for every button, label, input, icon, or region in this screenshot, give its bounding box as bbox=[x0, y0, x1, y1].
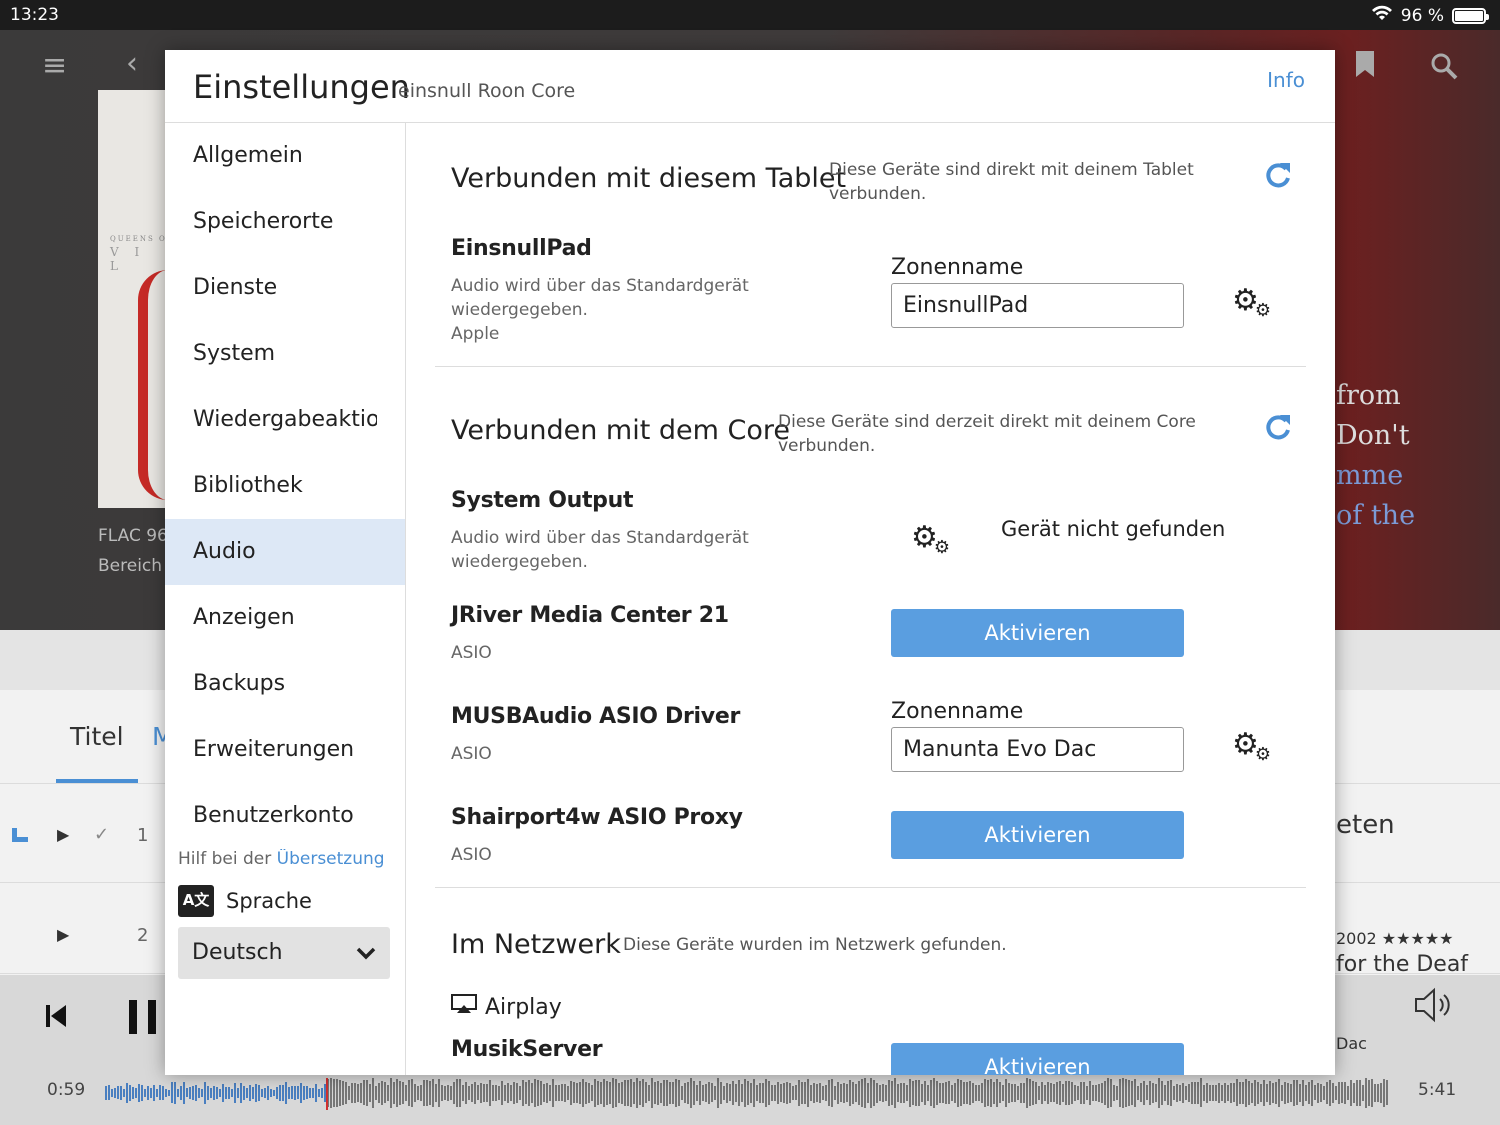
zone-name-input-einsnullpad[interactable]: EinsnullPad bbox=[891, 283, 1184, 328]
tab-underline bbox=[56, 779, 138, 783]
back-icon[interactable]: ‹ bbox=[126, 46, 138, 81]
sidebar-item-bibliothek[interactable]: Bibliothek bbox=[165, 453, 405, 519]
modal-subtitle: einsnull Roon Core bbox=[398, 80, 576, 102]
list-text-right: eten bbox=[1336, 810, 1395, 840]
device-desc-einsnullpad: Audio wird über das Standardgerät wieder… bbox=[451, 276, 749, 320]
play-row1-icon[interactable]: ▶ bbox=[57, 825, 69, 844]
modal-header: Einstellungen einsnull Roon Core Info bbox=[165, 50, 1335, 123]
previous-icon[interactable] bbox=[44, 1002, 68, 1034]
pause-icon[interactable] bbox=[127, 998, 159, 1040]
chevron-down-icon bbox=[356, 927, 376, 979]
row1-number: 1 bbox=[137, 825, 149, 846]
sidebar-item-backups[interactable]: Backups bbox=[165, 651, 405, 717]
sidebar-item-erweiterungen[interactable]: Erweiterungen bbox=[165, 717, 405, 783]
battery-icon bbox=[1452, 7, 1489, 24]
row2-number: 2 bbox=[137, 925, 149, 946]
gear-icon[interactable]: ⚙⚙ bbox=[911, 523, 954, 559]
gear-icon[interactable]: ⚙⚙ bbox=[1232, 730, 1275, 766]
translation-help: Hilf bei der Übersetzung bbox=[178, 849, 383, 869]
language-label: Sprache bbox=[226, 889, 312, 913]
device-desc-system-output: Audio wird über das Standardgerät wieder… bbox=[451, 528, 749, 572]
playhead[interactable] bbox=[326, 1078, 328, 1110]
waveform-seekbar[interactable] bbox=[105, 1078, 1390, 1108]
format-text: FLAC 96 bbox=[98, 526, 168, 546]
settings-content: Verbunden mit diesem Tablet Diese Geräte… bbox=[407, 123, 1335, 1075]
refresh-icon[interactable] bbox=[1264, 158, 1292, 198]
gear-icon[interactable]: ⚙⚙ bbox=[1232, 286, 1275, 322]
volume-icon[interactable] bbox=[1413, 986, 1455, 1028]
zone-name-label: Zonenname bbox=[891, 255, 1024, 280]
device-vendor: Apple bbox=[451, 324, 500, 344]
album-partial: for the Deaf bbox=[1336, 952, 1469, 977]
translation-link[interactable]: Übersetzung bbox=[277, 849, 383, 869]
sidebar-item-speicherorte[interactable]: Speicherorte bbox=[165, 189, 405, 255]
divider bbox=[435, 887, 1306, 888]
device-name-shairport: Shairport4w ASIO Proxy bbox=[451, 805, 743, 830]
year-rating: 2002 ★★★★★ bbox=[1336, 929, 1454, 948]
search-icon[interactable] bbox=[1430, 52, 1458, 88]
device-desc-musbaudio: ASIO bbox=[451, 744, 492, 764]
modal-title: Einstellungen bbox=[193, 68, 410, 106]
section-title-core: Verbunden mit dem Core bbox=[451, 415, 790, 446]
device-name-jriver: JRiver Media Center 21 bbox=[451, 603, 729, 628]
device-name-system-output: System Output bbox=[451, 488, 634, 513]
activate-button-musikserver[interactable]: Aktivieren bbox=[891, 1043, 1184, 1075]
sidebar-item-wiedergabeaktionen[interactable]: Wiedergabeaktionen bbox=[165, 387, 377, 453]
sidebar-item-allgemein[interactable]: Allgemein bbox=[165, 123, 405, 189]
wifi-icon bbox=[1371, 5, 1393, 26]
section-desc-core: Diese Geräte sind derzeit direkt mit dei… bbox=[778, 412, 1196, 456]
airplay-group: Airplay bbox=[451, 994, 562, 1020]
device-name-musbaudio: MUSBAudio ASIO Driver bbox=[451, 704, 741, 729]
play-row2-icon[interactable]: ▶ bbox=[57, 925, 69, 944]
status-bar: 13:23 96 % bbox=[0, 0, 1500, 30]
sidebar-item-anzeigen[interactable]: Anzeigen bbox=[165, 585, 405, 651]
album-art[interactable]: QUEENS O V I L bbox=[98, 90, 168, 508]
sidebar-item-audio[interactable]: Audio bbox=[165, 519, 405, 585]
divider bbox=[435, 366, 1306, 367]
translate-icon: A文 bbox=[178, 885, 214, 917]
tab-titel[interactable]: Titel bbox=[70, 722, 124, 751]
zone-partial: Dac bbox=[1336, 1034, 1367, 1053]
section-desc-network: Diese Geräte wurden im Netzwerk gefunden… bbox=[623, 935, 1007, 955]
track-text-right: from Don't mme of the bbox=[1336, 380, 1416, 531]
activate-button-shairport[interactable]: Aktivieren bbox=[891, 811, 1184, 859]
refresh-icon[interactable] bbox=[1264, 410, 1292, 450]
time-elapsed: 0:59 bbox=[47, 1080, 86, 1100]
device-desc-jriver: ASIO bbox=[451, 643, 492, 663]
device-desc-shairport: ASIO bbox=[451, 845, 492, 865]
zone-name-label: Zonenname bbox=[891, 699, 1024, 724]
section-title-tablet: Verbunden mit diesem Tablet bbox=[451, 163, 847, 194]
sidebar-item-benutzerkonto[interactable]: Benutzerkonto bbox=[165, 783, 405, 849]
zone-name-input-musbaudio[interactable]: Manunta Evo Dac bbox=[891, 727, 1184, 772]
device-name-musikserver: MusikServer bbox=[451, 1037, 603, 1062]
section-desc-tablet: Diese Geräte sind direkt mit deinem Tabl… bbox=[829, 160, 1194, 204]
device-name-einsnullpad: EinsnullPad bbox=[451, 236, 592, 261]
sidebar-item-system[interactable]: System bbox=[165, 321, 405, 387]
status-time: 13:23 bbox=[10, 5, 59, 25]
info-link[interactable]: Info bbox=[1267, 68, 1305, 92]
settings-sidebar: Allgemein Speicherorte Dienste System Wi… bbox=[165, 123, 406, 1075]
sidebar-item-dienste[interactable]: Dienste bbox=[165, 255, 405, 321]
airplay-icon bbox=[451, 994, 477, 1020]
activate-button-jriver[interactable]: Aktivieren bbox=[891, 609, 1184, 657]
track-icon bbox=[12, 828, 28, 842]
check-icon: ✓ bbox=[94, 824, 110, 845]
range-text: Bereich bbox=[98, 556, 163, 576]
device-status: Gerät nicht gefunden bbox=[1001, 517, 1226, 541]
section-title-network: Im Netzwerk bbox=[451, 929, 621, 960]
settings-modal: Einstellungen einsnull Roon Core Info Al… bbox=[165, 50, 1335, 1075]
menu-icon[interactable]: ≡ bbox=[42, 48, 67, 83]
time-total: 5:41 bbox=[1418, 1080, 1457, 1100]
bookmark-icon[interactable] bbox=[1355, 50, 1375, 86]
language-select[interactable]: Deutsch bbox=[178, 927, 390, 979]
battery-percent: 96 % bbox=[1400, 5, 1444, 26]
language-row: A文 Sprache bbox=[178, 885, 312, 917]
